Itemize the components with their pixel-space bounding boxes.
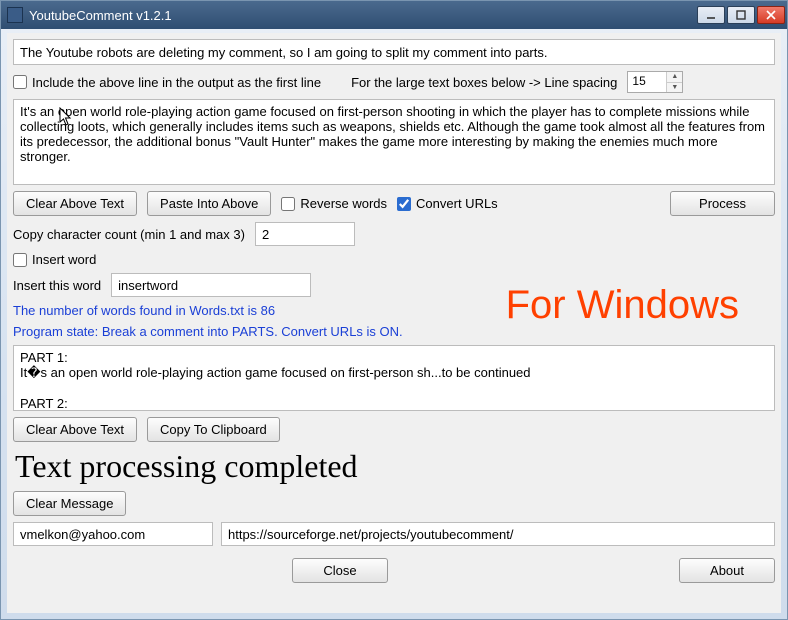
paste-into-above-button[interactable]: Paste Into Above: [147, 191, 271, 216]
main-text-input[interactable]: [13, 99, 775, 185]
reverse-words-checkbox[interactable]: Reverse words: [281, 196, 387, 211]
app-window: YoutubeComment v1.2.1 Include the above …: [0, 0, 788, 620]
include-checkbox[interactable]: Include the above line in the output as …: [13, 75, 321, 90]
window-controls: [697, 6, 785, 24]
words-found-info: The number of words found in Words.txt i…: [13, 303, 775, 318]
process-button[interactable]: Process: [670, 191, 775, 216]
about-button[interactable]: About: [679, 558, 775, 583]
insert-word-input[interactable]: [111, 273, 311, 297]
minimize-button[interactable]: [697, 6, 725, 24]
content-area: Include the above line in the output as …: [7, 33, 781, 613]
copy-count-row: Copy character count (min 1 and max 3): [13, 222, 775, 246]
window-title: YoutubeComment v1.2.1: [29, 8, 697, 23]
line-spacing-spinner[interactable]: 15 ▲ ▼: [627, 71, 683, 93]
copy-clipboard-button[interactable]: Copy To Clipboard: [147, 417, 280, 442]
close-window-button[interactable]: [757, 6, 785, 24]
maximize-button[interactable]: [727, 6, 755, 24]
email-field[interactable]: [13, 522, 213, 546]
include-checkbox-label: Include the above line in the output as …: [32, 75, 321, 90]
action-row-1: Clear Above Text Paste Into Above Revers…: [13, 191, 775, 216]
output-text[interactable]: [13, 345, 775, 411]
copy-count-input[interactable]: [255, 222, 355, 246]
top-comment-input[interactable]: [13, 39, 775, 65]
insert-word-label: Insert this word: [13, 278, 101, 293]
insert-word-check-row: Insert word: [13, 252, 775, 267]
app-icon: [7, 7, 23, 23]
insert-word-row: Insert this word: [13, 273, 775, 297]
insert-word-checkbox-label: Insert word: [32, 252, 96, 267]
line-spacing-value: 15: [628, 72, 666, 92]
copy-count-label: Copy character count (min 1 and max 3): [13, 227, 245, 242]
program-state-info: Program state: Break a comment into PART…: [13, 324, 775, 339]
contact-row: [13, 522, 775, 546]
spinner-arrows: ▲ ▼: [666, 72, 682, 92]
clear-msg-row: Clear Message: [13, 491, 775, 516]
spinner-down-icon[interactable]: ▼: [667, 83, 682, 93]
insert-word-checkbox[interactable]: Insert word: [13, 252, 96, 267]
close-button[interactable]: Close: [292, 558, 387, 583]
convert-urls-label: Convert URLs: [416, 196, 498, 211]
titlebar: YoutubeComment v1.2.1: [1, 1, 787, 29]
spinner-up-icon[interactable]: ▲: [667, 72, 682, 83]
include-row: Include the above line in the output as …: [13, 71, 775, 93]
clear-message-button[interactable]: Clear Message: [13, 491, 126, 516]
line-spacing-label: For the large text boxes below -> Line s…: [351, 75, 617, 90]
action-row-2: Clear Above Text Copy To Clipboard: [13, 417, 775, 442]
clear-output-button[interactable]: Clear Above Text: [13, 417, 137, 442]
bottom-button-row: Close About: [13, 554, 775, 583]
clear-above-button[interactable]: Clear Above Text: [13, 191, 137, 216]
convert-urls-checkbox[interactable]: Convert URLs: [397, 196, 498, 211]
reverse-words-label: Reverse words: [300, 196, 387, 211]
url-field[interactable]: [221, 522, 775, 546]
status-message: Text processing completed: [13, 448, 775, 485]
